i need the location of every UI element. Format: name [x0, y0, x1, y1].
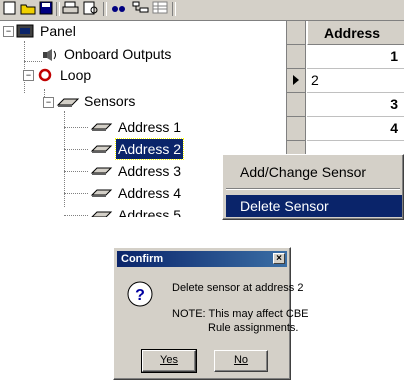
tree-connector: [24, 61, 42, 62]
grid-icon[interactable]: [152, 1, 170, 15]
tree-connector: [64, 171, 88, 172]
context-menu: Add/Change Sensor Delete Sensor: [222, 154, 404, 220]
sensor-group-icon: [56, 98, 80, 107]
no-button[interactable]: No: [214, 350, 268, 372]
sensor-icon: [90, 167, 113, 175]
current-row-arrow-icon: [293, 75, 299, 85]
confirm-dialog: Confirm × ? Delete sensor at address 2 N…: [113, 247, 309, 380]
tree-node-address-3[interactable]: Address 3: [116, 161, 183, 181]
dialog-title-bar[interactable]: Confirm ×: [117, 251, 287, 267]
sensor-icon: [90, 145, 113, 153]
tree-node-loop[interactable]: Loop: [58, 65, 93, 85]
tree-node-sensors[interactable]: Sensors: [82, 91, 137, 111]
yes-button[interactable]: Yes: [141, 349, 197, 373]
grid-row-header[interactable]: [287, 117, 306, 141]
menu-item-label: Add/Change Sensor: [240, 164, 367, 180]
tree-node-label: Panel: [40, 23, 76, 39]
tree-connector: [64, 215, 88, 216]
grid-cell[interactable]: 4: [307, 117, 404, 141]
tree-node-address-4[interactable]: Address 4: [116, 183, 183, 203]
tree-node-label: Sensors: [84, 93, 136, 109]
print-icon[interactable]: [62, 1, 80, 15]
tree-node-panel[interactable]: Panel: [38, 21, 78, 41]
dialog-message: Delete sensor at address 2: [172, 282, 304, 294]
tree-node-label: Address 3: [118, 163, 182, 179]
tree-icon[interactable]: [132, 1, 150, 15]
toolbar-separator: [103, 2, 107, 16]
grid-cell[interactable]: 3: [307, 93, 404, 117]
new-icon[interactable]: [2, 1, 18, 15]
tree-connector: [64, 127, 88, 128]
tree-connector: [64, 193, 88, 194]
find-icon[interactable]: [110, 1, 128, 15]
tree-connector: [24, 41, 25, 93]
grid-cell[interactable]: 1: [307, 45, 404, 69]
close-button[interactable]: ×: [273, 253, 285, 264]
print-preview-icon[interactable]: [82, 1, 100, 15]
menu-item-label: Delete Sensor: [240, 198, 329, 214]
tree-node-onboard-outputs[interactable]: Onboard Outputs: [62, 44, 173, 64]
toolbar: [0, 0, 404, 21]
no-button-label: No: [233, 354, 249, 366]
tree-node-address-5[interactable]: Address 5: [116, 205, 183, 217]
speaker-icon: [43, 49, 56, 61]
sensor-icon: [90, 123, 113, 131]
tree-node-label: Address 5: [118, 207, 182, 217]
toolbar-separator: [172, 2, 176, 16]
menu-item-add-change-sensor[interactable]: Add/Change Sensor: [226, 161, 402, 183]
tree-node-label: Address 2: [114, 138, 185, 160]
collapse-panel-button[interactable]: −: [3, 26, 14, 37]
tree-node-label: Loop: [60, 67, 92, 83]
tree-node-label: Address 4: [118, 185, 182, 201]
collapse-loop-button[interactable]: −: [23, 70, 34, 81]
sensor-icon: [90, 189, 113, 197]
menu-separator: [226, 188, 400, 190]
loop-icon: [38, 68, 52, 82]
tree-node-address-2[interactable]: Address 2: [114, 138, 185, 160]
dialog-title: Confirm: [121, 253, 164, 265]
tree-connector: [64, 149, 88, 150]
question-icon-glyph: ?: [135, 287, 145, 304]
address-grid: Address 1 2 3 4: [287, 21, 404, 161]
toolbar-separator: [56, 2, 60, 16]
grid-corner: [287, 21, 306, 45]
menu-item-delete-sensor[interactable]: Delete Sensor: [226, 195, 402, 217]
question-icon: ?: [127, 281, 153, 307]
dialog-note-line-2: Rule assignments.: [208, 322, 299, 334]
collapse-sensors-button[interactable]: −: [43, 97, 54, 108]
tree-node-label: Onboard Outputs: [64, 46, 172, 62]
dialog-note-line-1: NOTE: This may affect CBE: [172, 308, 309, 320]
yes-button-label: Yes: [160, 354, 178, 366]
open-icon[interactable]: [20, 1, 36, 15]
grid-row-header[interactable]: [287, 93, 306, 117]
grid-cell-editing[interactable]: 2: [307, 69, 404, 93]
sensor-icon: [91, 211, 113, 217]
grid-row-header-current[interactable]: [287, 69, 306, 93]
grid-column-header-address[interactable]: Address: [307, 21, 404, 45]
save-icon[interactable]: [38, 1, 54, 15]
panel-icon: [16, 24, 34, 38]
tree-node-address-1[interactable]: Address 1: [116, 117, 183, 137]
grid-row-header[interactable]: [287, 45, 306, 69]
tree-node-label: Address 1: [118, 119, 182, 135]
